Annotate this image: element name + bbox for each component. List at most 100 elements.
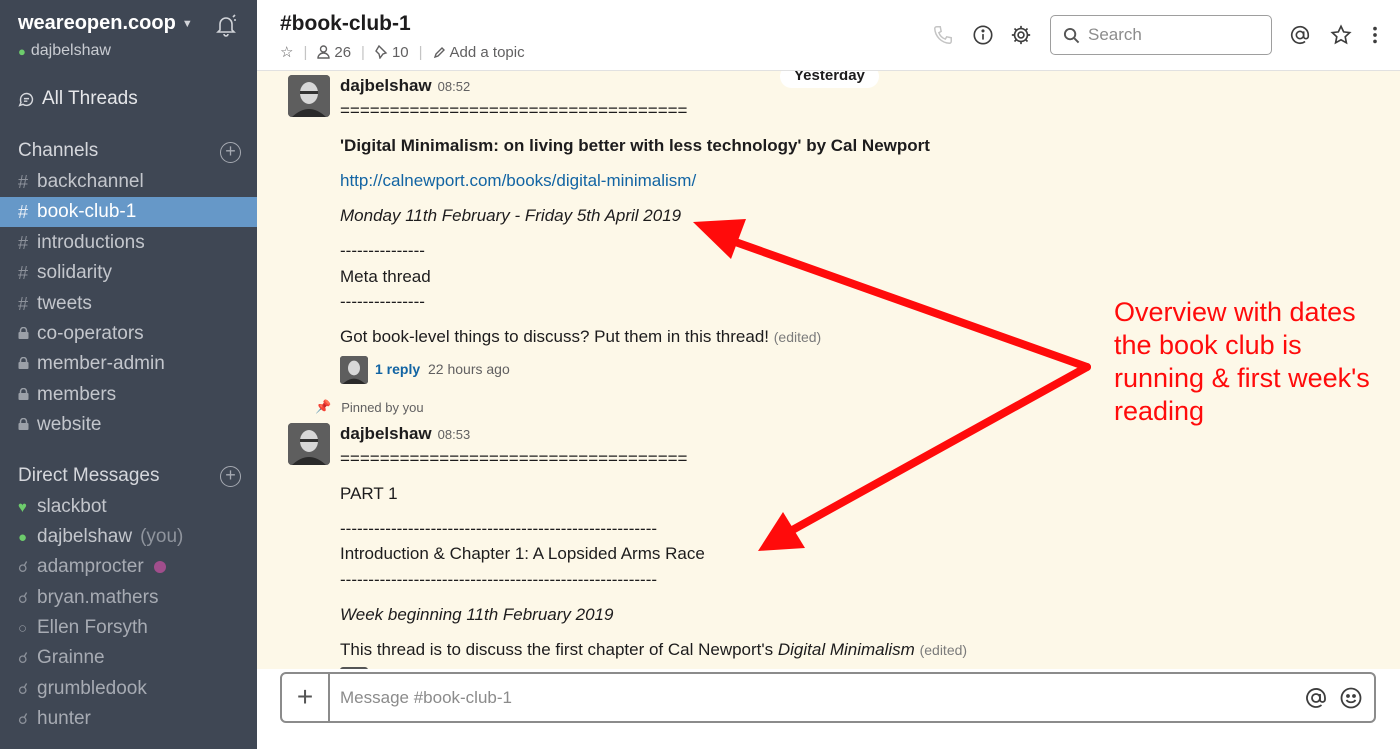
pinned-count-button[interactable]: 10	[375, 44, 409, 61]
hash-icon: #	[18, 262, 29, 283]
mentions-icon[interactable]	[1289, 24, 1311, 46]
you-label: (you)	[140, 526, 184, 547]
sidebar: weareopen.coop ▼ ● dajbelshaw All Thread…	[0, 0, 257, 749]
dm-label: adamprocter	[37, 556, 144, 577]
status-emoji-icon	[153, 561, 166, 573]
workspace-switcher[interactable]: weareopen.coop ▼	[18, 12, 193, 35]
emoji-icon[interactable]	[1339, 686, 1363, 710]
sidebar-dm-ellen-forsyth[interactable]: ○ Ellen Forsyth	[0, 613, 257, 643]
all-threads-label: All Threads	[42, 88, 138, 109]
search-input[interactable]: Search	[1050, 15, 1272, 55]
phone-icon[interactable]	[932, 24, 954, 46]
dm-label: hunter	[37, 708, 91, 729]
hash-icon: #	[18, 293, 29, 314]
search-placeholder: Search	[1088, 25, 1142, 44]
pin-icon	[375, 45, 388, 59]
lock-icon	[18, 353, 37, 375]
channel-label: tweets	[37, 293, 92, 314]
workspace-name: weareopen.coop	[18, 12, 176, 34]
search-icon	[1063, 27, 1080, 43]
message-input-placeholder[interactable]: Message #book-club-1	[340, 688, 512, 708]
annotation-text: Overview with dates the book club is run…	[1114, 297, 1370, 426]
lock-icon	[18, 414, 37, 436]
chevron-down-icon: ▼	[181, 17, 193, 30]
away-presence-icon: ☌	[18, 650, 29, 667]
divider: |	[361, 43, 365, 61]
more-options-icon[interactable]	[1364, 24, 1386, 46]
message-list: Yesterday dajbelshaw 08:52 ==============…	[257, 71, 1400, 669]
sidebar-dm-adamprocter[interactable]: ☌ adamprocter	[0, 552, 257, 582]
upper-arrow-line	[723, 235, 1091, 371]
away-presence-icon: ☌	[18, 559, 29, 576]
channel-label: members	[37, 384, 117, 405]
divider: |	[303, 43, 308, 61]
channel-label: member-admin	[37, 353, 165, 374]
sidebar-dm-bryan-mathers[interactable]: ☌ bryan.mathers	[0, 583, 257, 613]
add-topic-button[interactable]: Add a topic	[433, 44, 525, 61]
away-presence-icon: ☌	[18, 590, 29, 607]
hash-icon: #	[18, 171, 29, 192]
star-icon[interactable]: ☆	[280, 43, 293, 61]
sidebar-channel-solidarity[interactable]: # solidarity	[0, 258, 257, 288]
sidebar-dm-grumbledook[interactable]: ☌ grumbledook	[0, 674, 257, 704]
sidebar-channel-tweets[interactable]: # tweets	[0, 289, 257, 319]
hash-icon: #	[18, 232, 29, 253]
dm-label: slackbot	[37, 496, 107, 517]
dm-label: grumbledook	[37, 678, 147, 699]
channel-label: book-club-1	[37, 201, 137, 222]
sidebar-dm-hunter[interactable]: ☌ hunter	[0, 704, 257, 734]
channel-label: website	[37, 414, 102, 435]
notification-bell-icon[interactable]	[214, 13, 238, 37]
dm-label: Ellen Forsyth	[37, 617, 148, 638]
dm-label: dajbelshaw	[37, 526, 133, 547]
sidebar-channel-introductions[interactable]: # introductions	[0, 228, 257, 258]
info-icon[interactable]	[972, 24, 994, 46]
channel-title[interactable]: #book-club-1	[280, 12, 411, 36]
dm-label: Grainne	[37, 647, 105, 668]
add-channel-icon[interactable]: +	[220, 142, 241, 163]
lock-icon	[18, 384, 37, 406]
sidebar-channel-book-club-1[interactable]: # book-club-1	[0, 197, 257, 227]
active-presence-icon: ●	[18, 43, 26, 59]
sidebar-channel-co-operators[interactable]: co-operators	[0, 319, 257, 349]
channel-meta: ☆ | 26 | 10 | Add a topic	[280, 43, 525, 62]
hash-icon: #	[18, 201, 29, 222]
away-presence-icon: ☌	[18, 681, 29, 698]
away-presence-icon: ○	[18, 619, 28, 637]
member-count: 26	[334, 43, 352, 61]
sidebar-channel-backchannel[interactable]: # backchannel	[0, 167, 257, 197]
add-topic-label: Add a topic	[449, 43, 525, 61]
mention-icon[interactable]	[1304, 686, 1328, 710]
channel-header: #book-club-1 ☆ | 26 | 10 | Add a topic S…	[257, 0, 1400, 71]
sidebar-channel-website[interactable]: website	[0, 410, 257, 440]
upper-arrow-head	[693, 219, 746, 259]
pencil-icon	[433, 46, 445, 58]
attach-button[interactable]: +	[282, 674, 330, 721]
dm-label: bryan.mathers	[37, 587, 159, 608]
sidebar-dm-dajbelshaw[interactable]: ● dajbelshaw (you)	[0, 522, 257, 552]
current-user[interactable]: ● dajbelshaw	[18, 42, 111, 60]
add-dm-icon[interactable]: +	[220, 466, 241, 487]
away-presence-icon: ☌	[18, 711, 29, 728]
channel-label: backchannel	[37, 171, 144, 192]
pinned-count: 10	[391, 43, 409, 61]
all-threads-link[interactable]: All Threads	[18, 88, 138, 110]
channels-heading[interactable]: Channels	[18, 140, 98, 162]
sidebar-dm-slackbot[interactable]: ♥ slackbot	[0, 492, 257, 522]
channel-label: introductions	[37, 232, 145, 253]
current-user-name: dajbelshaw	[30, 42, 111, 59]
sidebar-dm-grainne[interactable]: ☌ Grainne	[0, 643, 257, 673]
gear-icon[interactable]	[1010, 24, 1032, 46]
active-presence-icon: ●	[18, 528, 28, 546]
sidebar-channel-member-admin[interactable]: member-admin	[0, 349, 257, 379]
sidebar-channel-members[interactable]: members	[0, 380, 257, 410]
divider: |	[418, 43, 423, 61]
message-composer[interactable]: + Message #book-club-1	[280, 672, 1376, 723]
member-count-button[interactable]: 26	[317, 44, 351, 61]
channel-label: solidarity	[37, 262, 112, 283]
starred-items-icon[interactable]	[1330, 24, 1352, 46]
channel-label: co-operators	[37, 323, 144, 344]
threads-icon	[18, 92, 34, 107]
lower-arrow-line	[783, 363, 1091, 537]
direct-messages-heading[interactable]: Direct Messages	[18, 465, 160, 487]
